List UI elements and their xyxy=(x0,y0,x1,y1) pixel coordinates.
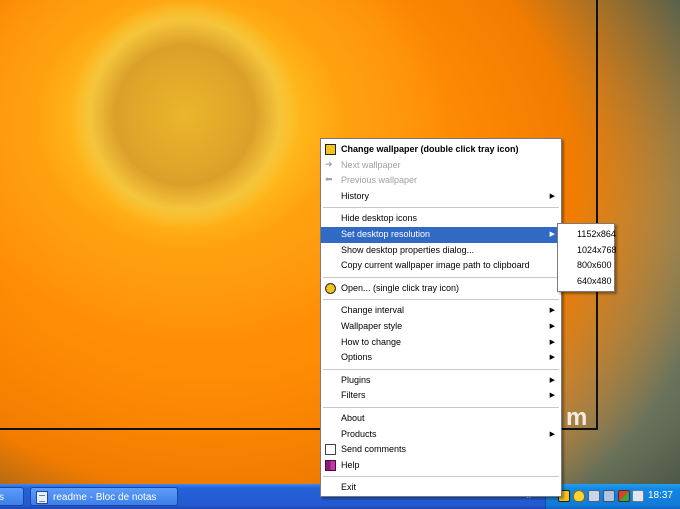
menu-item-open[interactable]: Open... (single click tray icon) xyxy=(321,281,561,297)
menu-item-options[interactable]: Options ▶ xyxy=(321,350,561,366)
menu-item-label: Exit xyxy=(341,482,357,493)
menu-item-label: Plugins xyxy=(341,374,371,385)
menu-item-how-to-change[interactable]: How to change ▶ xyxy=(321,335,561,351)
submenu-arrow-icon: ▶ xyxy=(549,338,555,346)
display-icon[interactable] xyxy=(603,490,615,502)
menu-separator xyxy=(323,207,559,209)
menu-item-set-desktop-resolution[interactable]: Set desktop resolution ▶ xyxy=(321,226,561,243)
security-shield-icon[interactable] xyxy=(573,490,585,502)
envelope-icon xyxy=(325,444,336,456)
menu-item-label: About xyxy=(341,412,365,423)
menu-item-label: Options xyxy=(341,352,373,363)
submenu-arrow-icon: ▶ xyxy=(549,192,555,200)
menu-item-change-wallpaper[interactable]: Change wallpaper (double click tray icon… xyxy=(321,142,561,158)
system-tray: 18:37 xyxy=(545,484,680,509)
menu-separator xyxy=(323,368,559,370)
menu-item-label: Change wallpaper (double click tray icon… xyxy=(341,144,519,154)
taskbar-button-notepad[interactable]: readme - Bloc de notas xyxy=(30,487,178,506)
menu-item-plugins[interactable]: Plugins ▶ xyxy=(321,373,561,389)
open-app-icon xyxy=(325,282,336,294)
network-icon[interactable] xyxy=(588,490,600,502)
menu-item-send-comments[interactable]: Send comments xyxy=(321,442,561,458)
menu-item-copy-current-wallpaper-image-path-to-clipboard[interactable]: Copy current wallpaper image path to cli… xyxy=(321,258,561,274)
menu-item-label: Previous wallpaper xyxy=(341,175,418,186)
submenu-arrow-icon: ▶ xyxy=(549,354,555,362)
menu-item-label: Products xyxy=(341,428,377,439)
menu-item-label: Copy current wallpaper image path to cli… xyxy=(341,260,530,271)
menu-item-label: Open... (single click tray icon) xyxy=(341,282,460,293)
menu-item-products[interactable]: Products ▶ xyxy=(321,427,561,443)
volume-icon[interactable] xyxy=(632,490,644,502)
submenu-arrow-icon: ▶ xyxy=(549,430,555,438)
taskbar-button-notepad-label: readme - Bloc de notas xyxy=(53,492,157,503)
resolution-option-1024x768[interactable]: 1024x768 xyxy=(558,243,617,259)
menu-item-label: Wallpaper style xyxy=(341,320,403,331)
notepad-icon xyxy=(36,491,48,504)
resolution-option-640x480[interactable]: 640x480 xyxy=(558,274,614,290)
menu-item-show-desktop-properties-dialog[interactable]: Show desktop properties dialog... xyxy=(321,243,561,259)
menu-item-exit[interactable]: Exit xyxy=(321,480,561,496)
menu-item-previous-wallpaper[interactable]: ⬅ Previous wallpaper xyxy=(321,173,561,189)
wallpaper-watermark: m xyxy=(566,404,588,431)
submenu-arrow-icon: ▶ xyxy=(549,230,555,238)
windows-flag-icon[interactable] xyxy=(618,490,630,502)
menu-separator xyxy=(323,406,559,408)
menu-item-label: How to change xyxy=(341,336,402,347)
menu-item-help[interactable]: Help xyxy=(321,458,561,474)
resolution-option-800x600[interactable]: 800x600 xyxy=(558,258,614,274)
taskbar-button-partial[interactable]: s xyxy=(0,487,24,506)
submenu-arrow-icon: ▶ xyxy=(549,376,555,384)
menu-item-wallpaper-style[interactable]: Wallpaper style ▶ xyxy=(321,319,561,335)
menu-item-label: Hide desktop icons xyxy=(341,213,418,224)
menu-item-label: Help xyxy=(341,459,360,470)
resolution-option-1152x864[interactable]: 1152x864 xyxy=(558,227,616,243)
arrow-left-icon: ⬅ xyxy=(325,174,333,185)
menu-item-label: Send comments xyxy=(341,444,407,455)
resolution-submenu: 1152x864 1024x768 800x600 640x480 xyxy=(557,223,617,292)
menu-separator xyxy=(323,276,559,278)
menu-item-label: Next wallpaper xyxy=(341,159,401,170)
wallpaper-app-icon xyxy=(325,144,336,155)
menu-item-label: Change interval xyxy=(341,305,405,316)
menu-item-filters[interactable]: Filters ▶ xyxy=(321,388,561,404)
menu-item-label: Set desktop resolution xyxy=(341,228,431,239)
context-menu: Change wallpaper (double click tray icon… xyxy=(320,138,562,497)
menu-item-next-wallpaper[interactable]: ➜ Next wallpaper xyxy=(321,158,561,174)
menu-item-change-interval[interactable]: Change interval ▶ xyxy=(321,303,561,319)
menu-item-label: History xyxy=(341,190,370,201)
menu-item-hide-desktop-icons[interactable]: Hide desktop icons xyxy=(321,211,561,227)
submenu-arrow-icon: ▶ xyxy=(549,392,555,400)
clock[interactable]: 18:37 xyxy=(648,490,673,501)
menu-item-label: Show desktop properties dialog... xyxy=(341,244,475,255)
menu-item-label: Filters xyxy=(341,390,366,401)
menu-item-history[interactable]: History ▶ xyxy=(321,189,561,205)
menu-separator xyxy=(323,299,559,301)
menu-separator xyxy=(323,476,559,478)
submenu-arrow-icon: ▶ xyxy=(549,322,555,330)
submenu-arrow-icon: ▶ xyxy=(549,307,555,315)
menu-item-about[interactable]: About xyxy=(321,411,561,427)
help-book-icon xyxy=(325,459,336,471)
arrow-right-icon: ➜ xyxy=(325,158,333,169)
